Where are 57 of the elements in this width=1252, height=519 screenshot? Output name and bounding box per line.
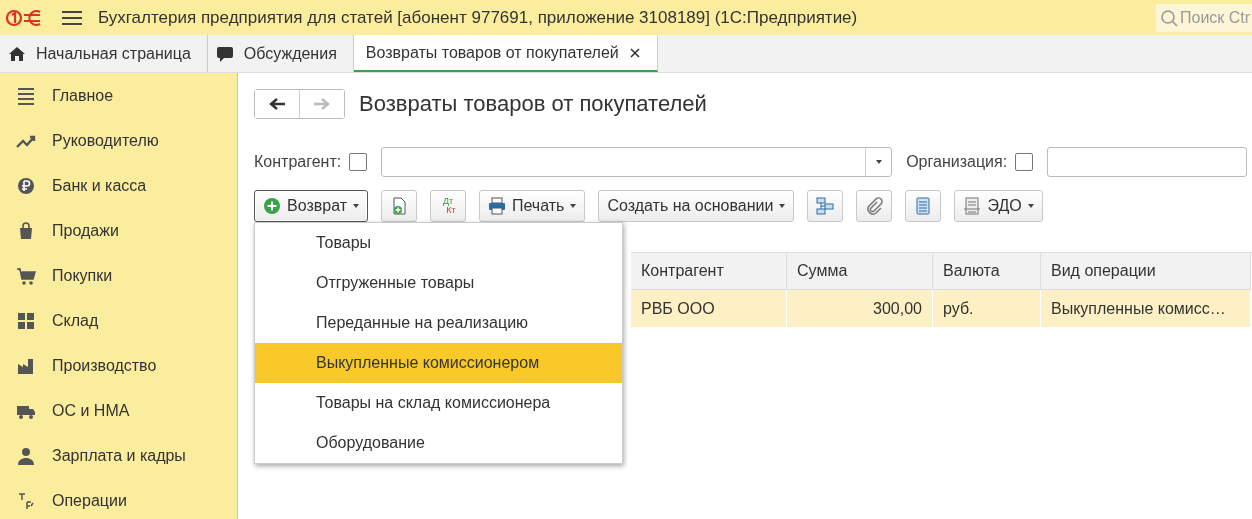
menu-item[interactable]: Отгруженные товары (255, 263, 622, 303)
printer-icon (488, 196, 506, 215)
sidebar-item[interactable]: Главное (0, 73, 237, 118)
table-cell: 300,00 (787, 290, 933, 327)
back-arrow-icon (268, 97, 286, 111)
sidebar-item[interactable]: Продажи (0, 208, 237, 253)
forward-arrow-icon (313, 97, 331, 111)
page-title: Возвраты товаров от покупателей (359, 91, 707, 117)
toolbar-icon-button[interactable] (856, 189, 893, 222)
list-icon (914, 196, 933, 215)
menu-item[interactable]: Оборудование (255, 423, 622, 463)
chat-icon (215, 44, 234, 63)
add-document-icon (390, 196, 408, 215)
sidebar-item[interactable]: Зарплата и кадры (0, 433, 237, 478)
toolbar-icon-button[interactable] (905, 189, 942, 222)
toolbar-button[interactable]: Создать на основании (598, 189, 795, 222)
filter-label: Организация: (906, 153, 1008, 171)
structure-icon (816, 196, 835, 215)
table-cell: Выкупленные комисс… (1041, 290, 1251, 327)
tab[interactable]: Начальная страница (0, 35, 208, 72)
search-field[interactable]: Поиск Ctr (1156, 3, 1252, 32)
sidebar-item[interactable]: Руководителю (0, 118, 237, 163)
column-header[interactable]: Валюта (933, 253, 1041, 290)
tab[interactable]: Возвраты товаров от покупателей (353, 35, 658, 72)
menu-item[interactable]: Товары на склад комиссионера (255, 383, 622, 423)
posting-button[interactable]: Дт Кт (430, 189, 466, 222)
organization-field[interactable] (1047, 147, 1248, 177)
menu-item[interactable]: Выкупленные комиссионером (255, 343, 622, 383)
toolbar-button[interactable]: Печать (479, 189, 586, 222)
sidebar-item[interactable]: Банк и касса (0, 163, 237, 208)
column-header[interactable]: Вид операции (1041, 253, 1251, 290)
paperclip-icon (865, 196, 884, 215)
counterparty-field[interactable] (381, 147, 893, 177)
menu-icon[interactable] (62, 9, 82, 26)
tab[interactable]: Обсуждения (207, 35, 354, 72)
sidebar-item[interactable]: ОС и НМА (0, 388, 237, 433)
menu-item[interactable]: Товары (255, 223, 622, 263)
filter-label: Контрагент: (254, 153, 342, 171)
table-cell: руб. (933, 290, 1041, 327)
window-title: Бухгалтерия предприятия для статей [абонент 977691, приложение 3108189] (1С:Предприятие) (98, 7, 859, 28)
toolbar-button[interactable]: Возврат (254, 189, 368, 222)
column-header[interactable]: Контрагент (631, 253, 787, 290)
toolbar-icon-button[interactable] (381, 189, 417, 222)
sidebar-item[interactable]: Покупки (0, 253, 237, 298)
home-icon (8, 44, 26, 63)
sidebar-item[interactable]: Склад (0, 298, 237, 343)
sidebar-item[interactable]: Операции (0, 478, 237, 519)
column-header[interactable]: Сумма (787, 253, 933, 290)
table-cell: РВБ ООО (631, 290, 787, 327)
add-icon (263, 196, 281, 215)
sidebar-item[interactable]: Производство (0, 343, 237, 388)
toolbar-icon-button[interactable] (807, 189, 844, 222)
menu-item[interactable]: Переданные на реализацию (255, 303, 622, 343)
checkbox[interactable] (349, 153, 368, 171)
close-icon[interactable] (628, 46, 641, 59)
toolbar-button[interactable]: ЭДО (954, 189, 1043, 222)
checkbox[interactable] (1015, 153, 1034, 171)
